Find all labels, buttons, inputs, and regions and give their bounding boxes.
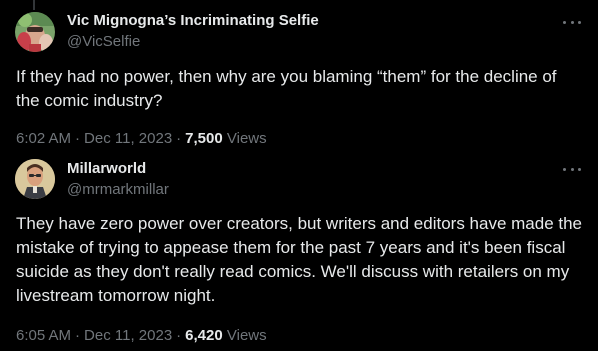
avatar-image xyxy=(15,159,55,199)
tweet-date[interactable]: Dec 11, 2023 xyxy=(84,327,172,344)
tweet-header: Millarworld @mrmarkmillar xyxy=(67,160,169,199)
dot xyxy=(578,167,581,171)
views-label: Views xyxy=(226,130,267,147)
more-dots-icon[interactable] xyxy=(563,163,581,175)
tweet-mrmarkmillar[interactable]: Millarworld @mrmarkmillar They have zero… xyxy=(0,150,598,351)
dot xyxy=(570,20,574,24)
user-handle[interactable]: @VicSelfie xyxy=(67,33,319,51)
dot xyxy=(563,167,566,171)
user-handle[interactable]: @mrmarkmillar xyxy=(67,181,169,199)
display-name[interactable]: Millarworld xyxy=(67,160,169,178)
views-count: 7,500 xyxy=(185,130,223,147)
dot xyxy=(578,20,581,24)
more-dots-icon[interactable] xyxy=(563,16,581,28)
tweet-date[interactable]: Dec 11, 2023 xyxy=(84,130,172,147)
avatar-vicselfie[interactable] xyxy=(15,12,55,52)
tweet-text: They have zero power over creators, but … xyxy=(16,214,583,305)
tweet-time[interactable]: 6:02 AM xyxy=(16,130,71,147)
avatar-image xyxy=(15,12,55,52)
views-count: 6,420 xyxy=(185,327,223,344)
tweet-header: Vic Mignogna’s Incriminating Selfie @Vic… xyxy=(67,12,319,51)
dot xyxy=(570,167,574,171)
display-name[interactable]: Vic Mignogna’s Incriminating Selfie xyxy=(67,12,319,30)
tweet-meta: 6:02 AM · Dec 11, 2023 · 7,500 Views xyxy=(16,130,267,147)
thread-connector-line xyxy=(33,0,35,10)
tweet-vicselfie[interactable]: Vic Mignogna’s Incriminating Selfie @Vic… xyxy=(0,0,598,150)
dot xyxy=(563,20,566,24)
views-label: Views xyxy=(226,327,267,344)
tweet-time[interactable]: 6:05 AM xyxy=(16,327,71,344)
avatar-mrmarkmillar[interactable] xyxy=(15,159,55,199)
tweet-meta: 6:05 AM · Dec 11, 2023 · 6,420 Views xyxy=(16,327,267,344)
tweet-text: If they had no power, then why are you b… xyxy=(16,67,557,110)
